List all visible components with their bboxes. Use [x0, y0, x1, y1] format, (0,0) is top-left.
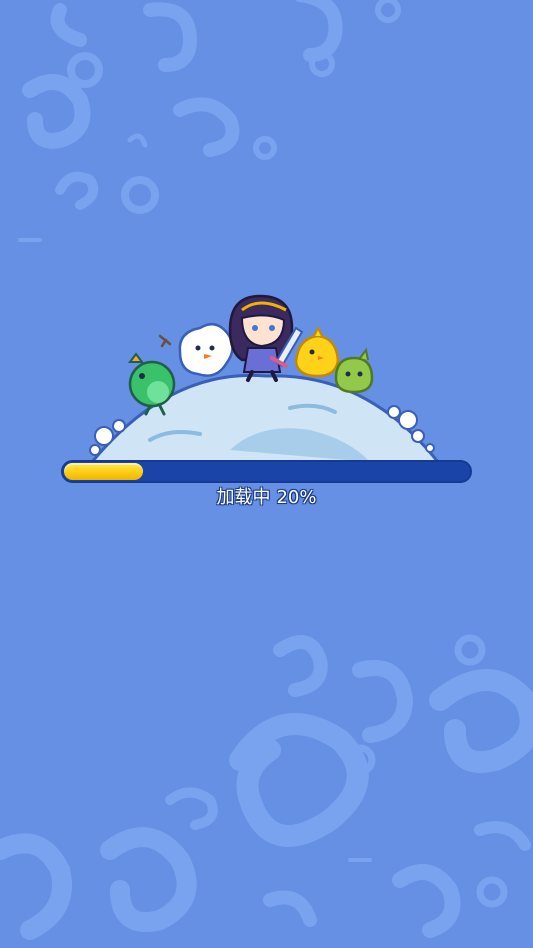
- yellow-chick-icon: [294, 325, 340, 378]
- loading-label: 加载中: [216, 487, 271, 508]
- hero-girl-icon: [228, 294, 294, 382]
- loading-progress-bar: [61, 460, 472, 483]
- loading-status-text: 加载中 20%: [0, 485, 533, 511]
- snowman-icon: [158, 322, 234, 377]
- loading-percent: 20%: [276, 487, 317, 508]
- loading-progress-fill: [64, 463, 144, 480]
- green-blob-icon: [334, 347, 374, 394]
